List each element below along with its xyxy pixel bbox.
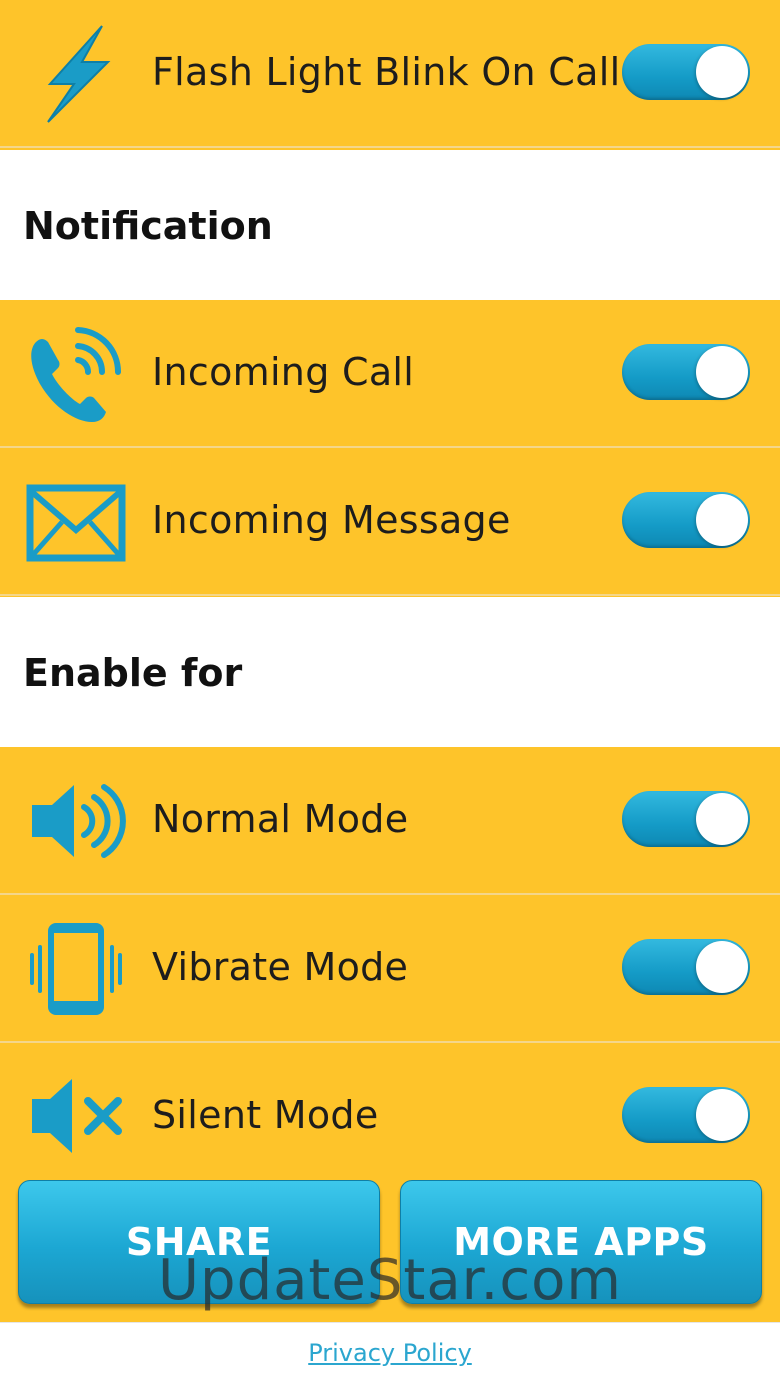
flash-light-toggle[interactable]	[622, 44, 750, 100]
toggle-knob	[696, 1089, 748, 1141]
normal-mode-toggle[interactable]	[622, 791, 750, 847]
incoming-call-label: Incoming Call	[152, 350, 415, 394]
silent-mode-row[interactable]: Silent Mode	[0, 1043, 780, 1191]
envelope-icon	[26, 484, 126, 562]
incoming-call-toggle[interactable]	[622, 344, 750, 400]
privacy-policy-link[interactable]: Privacy Policy	[0, 1339, 780, 1367]
silent-mode-label: Silent Mode	[152, 1093, 379, 1137]
vibrate-mode-row[interactable]: Vibrate Mode	[0, 895, 780, 1043]
notification-section: Notification	[0, 150, 780, 300]
silent-mode-toggle[interactable]	[622, 1087, 750, 1143]
incoming-message-label: Incoming Message	[152, 498, 511, 542]
lightning-bolt-icon	[47, 25, 111, 123]
incoming-message-toggle[interactable]	[622, 492, 750, 548]
notification-heading: Notification	[23, 204, 273, 248]
toggle-knob	[696, 941, 748, 993]
normal-mode-label: Normal Mode	[152, 797, 409, 841]
footer: Privacy Policy	[0, 1322, 780, 1386]
speaker-muted-icon	[32, 1079, 122, 1153]
vibrate-mode-toggle[interactable]	[622, 939, 750, 995]
speaker-icon	[32, 784, 126, 858]
phone-ringing-icon	[31, 327, 122, 422]
vibrate-mode-label: Vibrate Mode	[152, 945, 409, 989]
toggle-knob	[696, 793, 748, 845]
toggle-knob	[696, 46, 748, 98]
enable-for-section: Enable for	[0, 597, 780, 747]
flash-light-row[interactable]: Flash Light Blink On Call	[0, 0, 780, 148]
incoming-message-row[interactable]: Incoming Message	[0, 448, 780, 596]
incoming-call-row[interactable]: Incoming Call	[0, 300, 780, 448]
phone-vibrate-icon	[30, 923, 122, 1015]
share-button[interactable]: SHARE	[18, 1180, 380, 1304]
normal-mode-row[interactable]: Normal Mode	[0, 747, 780, 895]
flash-light-label: Flash Light Blink On Call	[152, 50, 621, 94]
enable-for-heading: Enable for	[23, 651, 243, 695]
more-apps-button[interactable]: MORE APPS	[400, 1180, 762, 1304]
toggle-knob	[696, 346, 748, 398]
toggle-knob	[696, 494, 748, 546]
